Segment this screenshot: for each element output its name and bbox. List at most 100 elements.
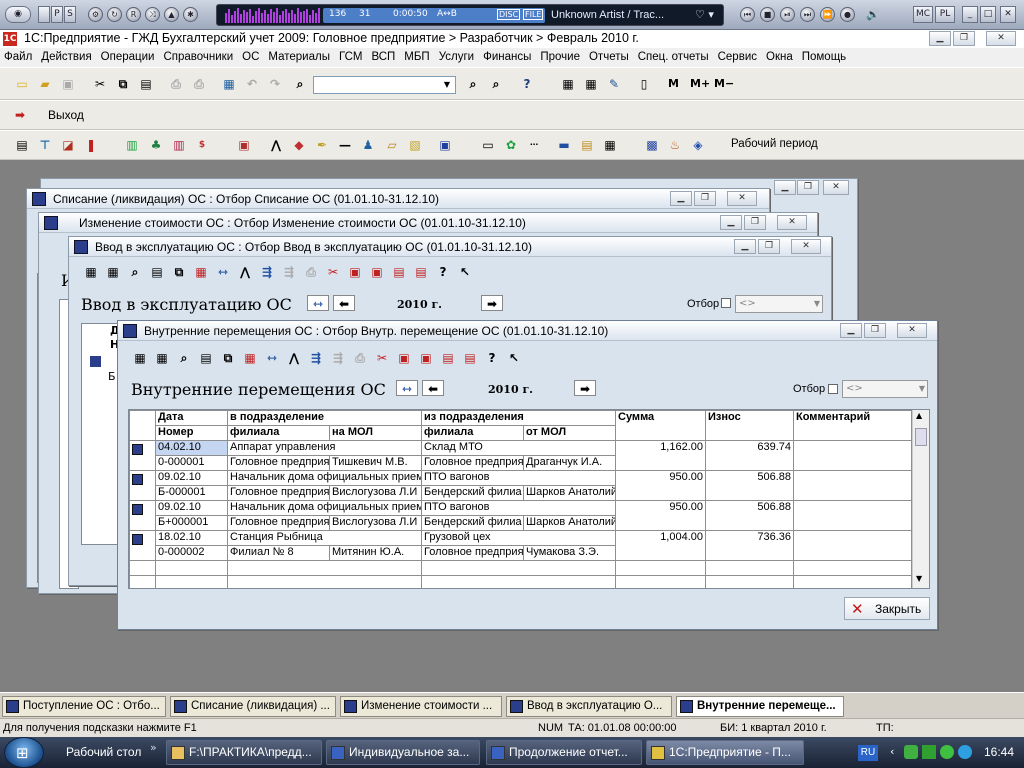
search-icon[interactable]: ⌕ xyxy=(176,350,192,366)
scroll-down-icon[interactable]: ▼ xyxy=(916,574,922,583)
window-close-button[interactable]: ✕ xyxy=(897,323,927,338)
help-question-icon[interactable]: ? xyxy=(519,76,535,92)
undo-icon[interactable]: ↶ xyxy=(244,76,260,92)
save-icon[interactable]: ▣ xyxy=(60,76,76,92)
taskbar-word-1[interactable]: Индивидуальное за... xyxy=(326,740,480,765)
cell-from-branch[interactable]: Бендерский филиа xyxy=(421,515,525,531)
taskbar-desktop[interactable]: Рабочий стол xyxy=(66,745,141,759)
search-combo[interactable]: ▼ xyxy=(313,76,456,94)
cell-sum[interactable]: 950.00 xyxy=(615,470,707,501)
cell-date[interactable]: 09.02.10 xyxy=(155,500,228,516)
cell-from-dept[interactable]: Грузовой цех xyxy=(421,530,617,546)
cell-from-dept[interactable]: ПТО вагонов xyxy=(421,500,617,516)
calculator-icon[interactable]: ▦ xyxy=(560,76,576,92)
exit-button[interactable]: Выход xyxy=(48,108,84,122)
cell-from-mol[interactable]: Шарков Анатолий xyxy=(523,515,617,531)
journal-out-icon[interactable]: ▤ xyxy=(413,264,429,280)
people-icon[interactable]: ♣ xyxy=(148,137,164,153)
filter-checkbox[interactable] xyxy=(721,298,731,308)
find-icon[interactable]: ⌕ xyxy=(292,76,308,92)
edit-row-icon[interactable]: ▦ xyxy=(105,264,121,280)
pen-icon[interactable]: ✒ xyxy=(314,137,330,153)
cell-comment[interactable] xyxy=(793,440,913,471)
tree-icon[interactable]: ⋀ xyxy=(268,137,284,153)
working-period-button[interactable]: Рабочий период xyxy=(731,138,818,150)
player-stop-icon[interactable]: ■ xyxy=(760,7,775,22)
header-wear[interactable]: Износ xyxy=(705,410,795,441)
cell-number[interactable]: 0-000001 xyxy=(155,455,228,471)
print-icon[interactable]: ⎙ xyxy=(303,264,319,280)
filter-select[interactable]: <> ▼ xyxy=(735,295,823,313)
window-minimize-button[interactable]: ▁ xyxy=(840,323,862,338)
menu-reports[interactable]: Отчеты xyxy=(585,48,634,63)
docs-icon[interactable]: ▩ xyxy=(644,137,660,153)
cell-to-mol[interactable]: Вислогузова Л.И xyxy=(328,485,423,501)
cell-to-mol[interactable]: Митянин Ю.А. xyxy=(328,545,423,561)
cell-to-branch[interactable]: Головное предприя xyxy=(227,485,330,501)
window-commissioning-titlebar[interactable]: Ввод в эксплуатацию ОС : Отбор Ввод в эк… xyxy=(69,237,831,257)
edit-icon[interactable]: ✎ xyxy=(606,76,622,92)
prev-period-icon[interactable]: ⬅ xyxy=(333,295,355,311)
cell-wear[interactable]: 506.88 xyxy=(705,500,795,531)
taskbar-word-2[interactable]: Продолжение отчет... xyxy=(486,740,642,765)
cell-comment[interactable] xyxy=(793,500,913,531)
scroll-thumb[interactable] xyxy=(915,428,927,446)
menu-materials[interactable]: Материалы xyxy=(264,48,335,63)
menu-services[interactable]: Услуги xyxy=(435,48,479,63)
player-settings-icon[interactable]: ✱ xyxy=(183,7,198,22)
player-restore-icon[interactable]: □ xyxy=(980,6,996,23)
table-row[interactable]: 04.02.10 Аппарат управления Склад МТО 1,… xyxy=(129,440,913,471)
yellow-doc-icon[interactable]: ▧ xyxy=(407,137,423,153)
paste-icon[interactable]: ▤ xyxy=(138,76,154,92)
app-close-button[interactable]: ✕ xyxy=(986,31,1016,46)
new-document-icon[interactable]: ▭ xyxy=(14,76,30,92)
player-open-icon[interactable]: ▲ xyxy=(164,7,179,22)
memory-mminus-button[interactable]: M− xyxy=(714,77,734,90)
cell-from-branch[interactable]: Головное предприя xyxy=(421,455,525,471)
cut-icon[interactable]: ✂ xyxy=(92,76,108,92)
redo-icon[interactable]: ↷ xyxy=(267,76,283,92)
next-period-icon[interactable]: ➡ xyxy=(481,295,503,311)
window-close-button[interactable]: ✕ xyxy=(727,191,757,206)
next-period-icon[interactable]: ➡ xyxy=(574,380,596,396)
cell-to-dept[interactable]: Начальник дома официальных прием xyxy=(226,470,423,486)
prev-period-icon[interactable]: ⬅ xyxy=(422,380,444,396)
blue-doc-icon[interactable]: ▣ xyxy=(437,137,453,153)
player-square-button[interactable] xyxy=(38,6,50,23)
cell-from-mol[interactable]: Чумакова З.Э. xyxy=(523,545,617,561)
header-to-mol[interactable]: на МОЛ xyxy=(328,425,423,441)
window-restore-button[interactable]: ❐ xyxy=(797,180,819,195)
app-minimize-button[interactable]: ▁ xyxy=(929,31,951,46)
delete-row-icon[interactable]: ▦ xyxy=(242,350,258,366)
copy-row-icon[interactable]: ⧉ xyxy=(171,264,187,280)
cell-wear[interactable]: 506.88 xyxy=(705,470,795,501)
cell-to-branch[interactable]: Головное предприя xyxy=(227,455,330,471)
tab-writeoff[interactable]: Списание (ликвидация) ... xyxy=(170,696,336,717)
stack-icon[interactable]: ◆ xyxy=(291,137,307,153)
scroll-up-icon[interactable]: ▲ xyxy=(916,411,922,420)
cell-to-mol[interactable]: Вислогузова Л.И xyxy=(328,515,423,531)
filter-checkbox[interactable] xyxy=(828,384,838,394)
thermometer-icon[interactable]: ❚ xyxy=(83,137,99,153)
table-icon[interactable]: ▦ xyxy=(583,76,599,92)
print-icon[interactable]: ⎙ xyxy=(168,76,184,92)
cell-from-dept[interactable]: Склад МТО xyxy=(421,440,617,456)
player-next-icon[interactable]: ⏭ xyxy=(800,7,815,22)
menu-vsp[interactable]: ВСП xyxy=(367,48,400,63)
exit-arrow-icon[interactable]: ➡ xyxy=(12,107,28,123)
account-icon[interactable]: ◪ xyxy=(60,137,76,153)
cell-comment[interactable] xyxy=(793,470,913,501)
chevron-down-icon[interactable]: ▼ xyxy=(440,78,454,92)
copy-icon[interactable]: ⧉ xyxy=(115,76,131,92)
window-minimize-button[interactable]: ▁ xyxy=(720,215,742,230)
menu-help[interactable]: Помощь xyxy=(798,48,851,63)
unpost-icon[interactable]: ✂ xyxy=(325,264,341,280)
cell-number[interactable]: Б+000001 xyxy=(155,515,228,531)
cell-to-dept[interactable]: Аппарат управления xyxy=(226,440,423,456)
tab-receipt[interactable]: Поступление ОС : Отбо... xyxy=(2,696,166,717)
card-icon[interactable]: ▭ xyxy=(480,137,496,153)
header-to-dept[interactable]: в подразделение xyxy=(226,410,423,426)
player-playpause-icon[interactable]: ⏯ xyxy=(780,7,795,22)
tray-h-icon[interactable] xyxy=(922,745,936,759)
player-forward-icon[interactable]: ⏩ xyxy=(820,7,835,22)
